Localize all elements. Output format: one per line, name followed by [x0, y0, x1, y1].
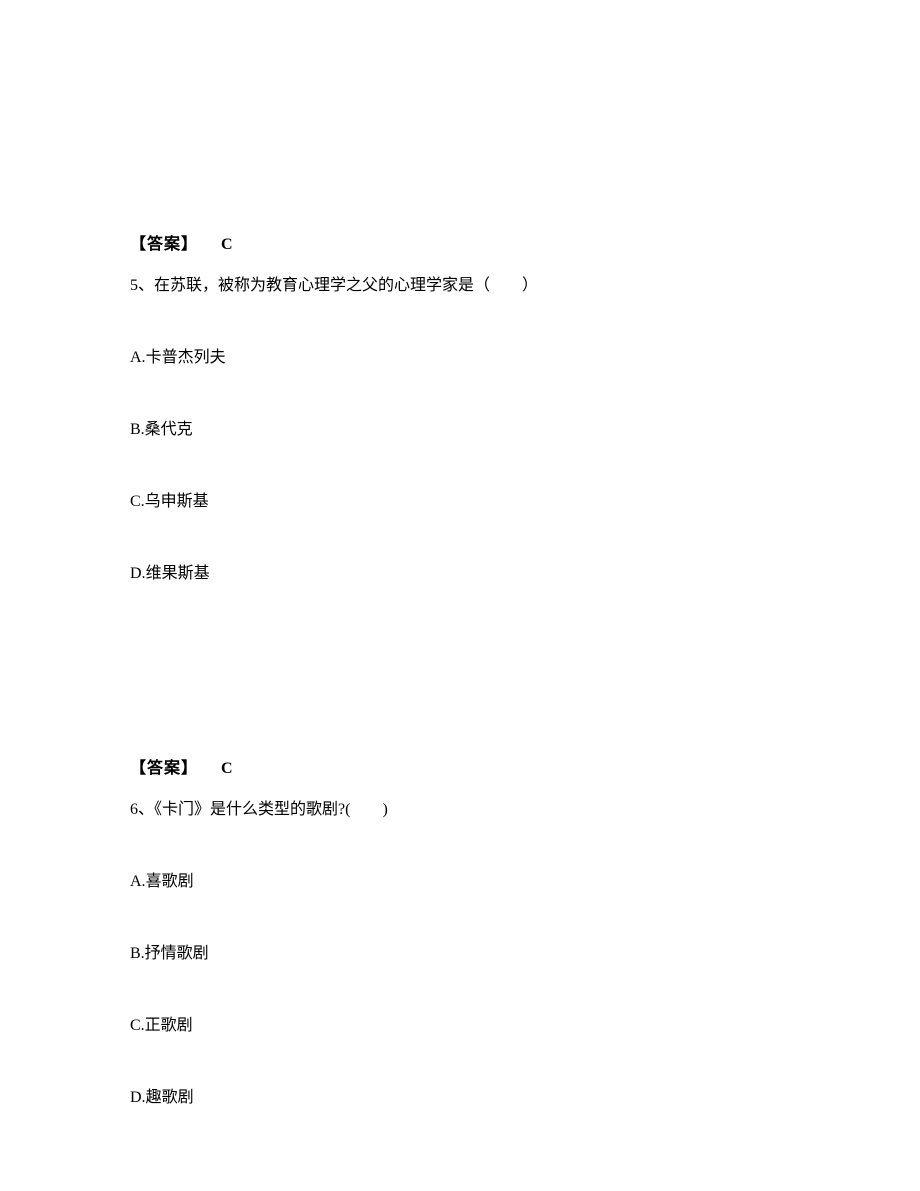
option-6d: D.趣歌剧: [130, 1086, 790, 1110]
option-letter: B.: [130, 945, 145, 962]
option-6a: A.喜歌剧: [130, 870, 790, 894]
option-letter: B.: [130, 421, 145, 438]
option-letter: A.: [130, 349, 146, 366]
option-text: 桑代克: [145, 421, 193, 438]
question-body: 《卡门》是什么类型的歌剧?( ): [154, 801, 388, 818]
option-5c: C.乌申斯基: [130, 490, 790, 514]
document-content: 【答案】 C 5、在苏联，被称为教育心理学之父的心理学家是（ ） A.卡普杰列夫…: [0, 0, 920, 1110]
answer-value: C: [221, 236, 234, 253]
option-5a: A.卡普杰列夫: [130, 346, 790, 370]
question-6-text: 6、《卡门》是什么类型的歌剧?( ): [130, 798, 790, 822]
option-letter: A.: [130, 873, 146, 890]
option-text: 喜歌剧: [146, 873, 194, 890]
option-text: 趣歌剧: [146, 1089, 194, 1106]
question-number: 5、: [130, 277, 154, 294]
spacer: [130, 634, 790, 754]
answer-block-2: 【答案】 C: [130, 754, 790, 778]
option-6b: B.抒情歌剧: [130, 942, 790, 966]
question-number: 6、: [130, 801, 154, 818]
option-letter: D.: [130, 1089, 146, 1106]
option-text: 正歌剧: [145, 1017, 193, 1034]
option-letter: D.: [130, 565, 146, 582]
option-6c: C.正歌剧: [130, 1014, 790, 1038]
option-text: 乌申斯基: [145, 493, 209, 510]
answer-label: 【答案】: [130, 760, 198, 777]
answer-block-1: 【答案】 C: [130, 230, 790, 254]
option-text: 卡普杰列夫: [146, 349, 226, 366]
option-text: 抒情歌剧: [145, 945, 209, 962]
question-5-text: 5、在苏联，被称为教育心理学之父的心理学家是（ ）: [130, 274, 790, 298]
question-body: 在苏联，被称为教育心理学之父的心理学家是（ ）: [154, 277, 538, 294]
answer-value: C: [221, 760, 234, 777]
option-letter: C.: [130, 1017, 145, 1034]
option-letter: C.: [130, 493, 145, 510]
option-5b: B.桑代克: [130, 418, 790, 442]
option-text: 维果斯基: [146, 565, 210, 582]
option-5d: D.维果斯基: [130, 562, 790, 586]
answer-label: 【答案】: [130, 236, 198, 253]
